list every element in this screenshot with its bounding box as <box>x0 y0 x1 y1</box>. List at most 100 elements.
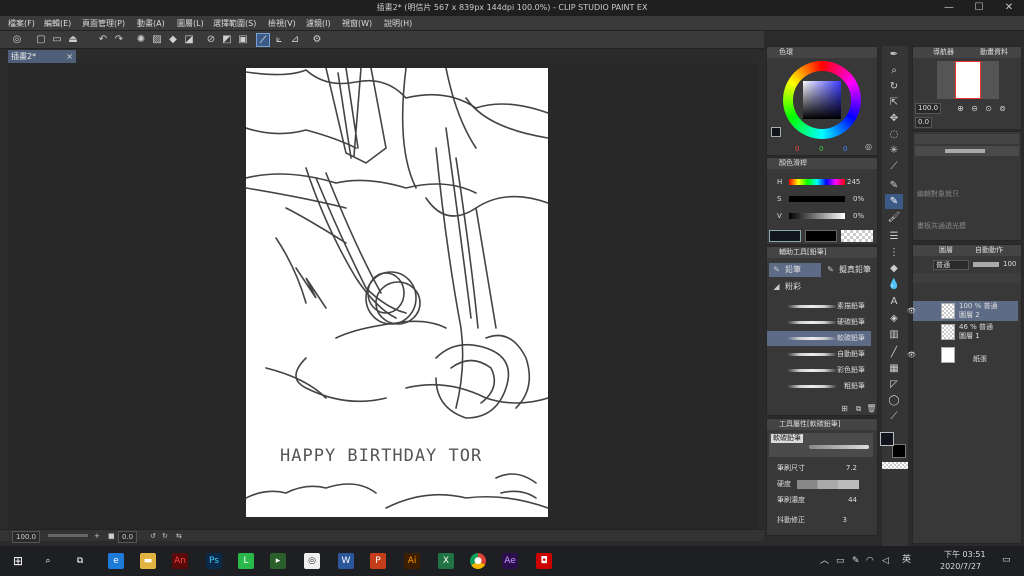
layer-row-1[interactable]: 46 % 普通 圖層 1 <box>913 322 1018 342</box>
fill-icon[interactable]: ◆ <box>166 33 180 47</box>
duplicate-subtool-icon[interactable]: ⧉ <box>853 403 864 414</box>
magic-wand-icon[interactable]: ✳ <box>885 143 903 158</box>
frame-tool-icon[interactable]: ▦ <box>885 361 903 376</box>
pen-tool-icon[interactable]: ✒ <box>885 47 903 62</box>
sub-color-chip[interactable] <box>805 230 837 242</box>
loading-icon[interactable]: ✺ <box>134 33 148 47</box>
navigator-preview[interactable] <box>937 61 999 99</box>
chrome-icon[interactable]: ● <box>470 553 486 569</box>
rotate-left-icon[interactable]: ↺ <box>150 531 156 541</box>
tray-chevron-icon[interactable]: ︿ <box>820 557 829 566</box>
settings-icon[interactable]: ⚙ <box>310 33 324 47</box>
eyedropper-icon[interactable]: ⟋ <box>885 159 903 174</box>
fill-tool-icon[interactable]: ◈ <box>885 311 903 326</box>
clip-studio-taskbar-icon[interactable]: ◎ <box>304 553 320 569</box>
menu-view[interactable]: 檢視(V) <box>268 17 296 30</box>
zoom-plus-icon[interactable]: + <box>94 531 100 541</box>
undo-icon[interactable]: ↶ <box>96 33 110 47</box>
notification-icon[interactable]: ▭ <box>1002 556 1011 565</box>
zoom-tool-icon[interactable]: ⌕ <box>885 63 903 78</box>
eraser-icon[interactable]: ◆ <box>885 261 903 276</box>
menu-page[interactable]: 頁面管理(P) <box>82 17 125 30</box>
color-mode-icon[interactable]: ◎ <box>863 141 874 152</box>
hardness-row[interactable]: 硬度 <box>767 477 871 492</box>
brush-soft-charcoal[interactable]: 軟碳鉛筆 <box>767 331 871 346</box>
brush-thick-pencil[interactable]: 粗鉛筆 <box>767 379 871 394</box>
media-icon[interactable]: ▸ <box>270 553 286 569</box>
animate-icon[interactable]: An <box>172 553 188 569</box>
airbrush-icon[interactable]: ⋮ <box>885 245 903 260</box>
stabilization-row[interactable]: 抖動修正 3 <box>767 513 871 528</box>
snap-grid-icon[interactable]: ⊿ <box>288 33 302 47</box>
brush-tool-icon[interactable]: 🖌 <box>885 210 903 225</box>
rotate-tool-icon[interactable]: ↻ <box>885 79 903 94</box>
navigator-zoom[interactable]: 100.0 <box>915 103 942 114</box>
maximize-button[interactable]: ☐ <box>964 0 994 16</box>
search-icon[interactable]: ⌕ <box>40 553 56 569</box>
excel-icon[interactable]: X <box>438 553 454 569</box>
menu-edit[interactable]: 編輯(E) <box>44 17 71 30</box>
wifi-icon[interactable]: ◠ <box>866 557 874 566</box>
invert-icon[interactable]: ◩ <box>220 33 234 47</box>
value-slider[interactable] <box>789 213 845 219</box>
file-explorer-icon[interactable]: ▬ <box>140 553 156 569</box>
gradient-tool-icon[interactable]: ▥ <box>885 327 903 342</box>
crop-icon[interactable]: ▣ <box>236 33 250 47</box>
open-folder-icon[interactable]: ▭ <box>50 33 64 47</box>
toolbar-sub-color[interactable] <box>892 444 906 458</box>
layer-row-2[interactable]: 👁 100 % 普通 圖層 2 <box>907 301 1018 321</box>
angle-value[interactable]: 0.0 <box>118 531 138 543</box>
opacity-slider[interactable] <box>973 262 999 267</box>
menu-selection[interactable]: 選擇範圍(S) <box>213 17 256 30</box>
lasso-tool-icon[interactable]: ◌ <box>885 127 903 142</box>
illustrator-icon[interactable]: Ai <box>404 553 420 569</box>
word-icon[interactable]: W <box>338 553 354 569</box>
object-tool-icon[interactable]: ⇱ <box>885 95 903 110</box>
clip-studio-icon[interactable]: ◎ <box>10 33 24 47</box>
zoom-slider[interactable] <box>48 534 88 537</box>
menu-window[interactable]: 視窗(W) <box>342 17 372 30</box>
zoom-value[interactable]: 100.0 <box>12 531 41 543</box>
ime-indicator[interactable]: 英 <box>902 556 911 565</box>
brush-color-pencil[interactable]: 彩色鉛筆 <box>767 363 871 378</box>
delete-subtool-icon[interactable]: 🗑 <box>866 403 877 414</box>
snap-ruler-icon[interactable]: ⟋ <box>256 33 270 47</box>
battery-icon[interactable]: ▭ <box>836 557 845 566</box>
hardness-selector[interactable] <box>797 480 859 489</box>
edge-icon[interactable]: e <box>108 553 124 569</box>
photoshop-icon[interactable]: Ps <box>206 553 222 569</box>
close-button[interactable]: ✕ <box>994 0 1024 16</box>
export-icon[interactable]: ⏏ <box>66 33 80 47</box>
brush-size-row[interactable]: 筆刷尺寸 7.2 <box>767 461 871 476</box>
line-icon[interactable]: L <box>238 553 254 569</box>
color-wheel[interactable] <box>783 61 861 139</box>
brush-sketch-pencil[interactable]: 素描鉛筆 <box>767 299 871 314</box>
redo-icon[interactable]: ↷ <box>112 33 126 47</box>
navigator-zoom-in-icon[interactable]: ⊕ <box>955 103 966 114</box>
saturation-slider[interactable] <box>789 196 845 202</box>
volume-icon[interactable]: ◁ <box>882 557 889 566</box>
decoration-tool-icon[interactable]: ☰ <box>885 229 903 244</box>
layer-row-paper[interactable]: 👁 紙張 <box>907 345 1018 365</box>
task-view-icon[interactable]: ⧉ <box>72 553 88 569</box>
brush-mechanical-pencil[interactable]: 自動鉛筆 <box>767 347 871 362</box>
main-color-chip[interactable] <box>769 230 801 242</box>
line-tool-icon[interactable]: ╱ <box>885 345 903 360</box>
menu-file[interactable]: 檔案(F) <box>8 17 35 30</box>
document-tab[interactable]: 插畫2* × <box>8 50 76 63</box>
navigator-angle[interactable]: 0.0 <box>915 117 933 128</box>
tab-close-icon[interactable]: × <box>66 50 73 63</box>
navigator-zoom-out-icon[interactable]: ⊖ <box>969 103 980 114</box>
correction-tool-icon[interactable]: ⟋ <box>885 409 903 424</box>
brush-density-row[interactable]: 筆刷濃度 44 <box>767 493 871 508</box>
flip-icon[interactable]: ⇆ <box>176 531 182 541</box>
color-square[interactable] <box>803 81 841 119</box>
rotate-right-icon[interactable]: ↻ <box>162 531 168 541</box>
zoom-fit-icon[interactable]: ■ <box>108 531 115 541</box>
pen-icon[interactable]: ✎ <box>885 178 903 193</box>
new-file-icon[interactable]: ▢ <box>34 33 48 47</box>
clock-date[interactable]: 2020/7/27 <box>940 562 981 571</box>
after-effects-icon[interactable]: Ae <box>502 553 518 569</box>
navigator-reset-icon[interactable]: ⊚ <box>997 103 1008 114</box>
antivirus-icon[interactable]: ◘ <box>536 553 552 569</box>
